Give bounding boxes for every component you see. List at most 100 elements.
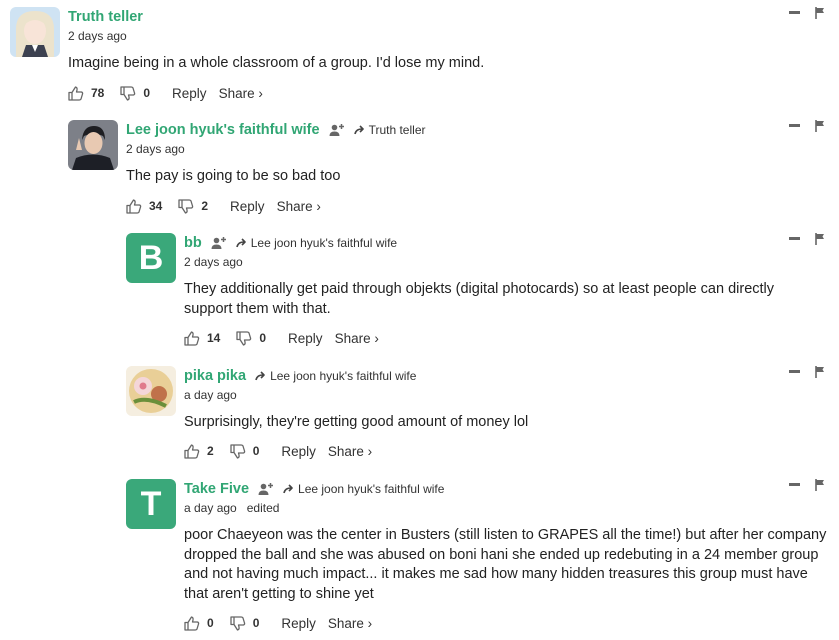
author-name[interactable]: bb: [184, 235, 202, 251]
comment-header: Lee joon hyuk's faithful wife Truth tell…: [126, 120, 425, 140]
author-name[interactable]: pika pika: [184, 368, 246, 384]
like-count: 34: [149, 199, 163, 213]
reply-button[interactable]: Reply: [281, 444, 316, 459]
reply-to-name: Lee joon hyuk's faithful wife: [298, 482, 445, 496]
timestamp[interactable]: 2 days ago: [184, 255, 243, 269]
author-name[interactable]: Truth teller: [68, 9, 143, 25]
reply-to[interactable]: Truth teller: [353, 123, 425, 137]
avatar[interactable]: [10, 7, 60, 57]
like-button[interactable]: 34: [126, 198, 163, 214]
comment-actions: 34 2 Reply Share ›: [126, 196, 321, 216]
dislike-count: 2: [201, 199, 209, 213]
timestamp[interactable]: 2 days ago: [68, 29, 127, 43]
author-name[interactable]: Lee joon hyuk's faithful wife: [126, 122, 320, 138]
share-button[interactable]: Share ›: [328, 616, 372, 631]
share-button[interactable]: Share ›: [335, 331, 379, 346]
comment-controls: [789, 233, 829, 249]
comment-header: pika pika Lee joon hyuk's faithful wife: [184, 366, 416, 386]
reply-arrow-icon: [235, 238, 246, 248]
avatar[interactable]: T: [126, 479, 176, 529]
flag-icon[interactable]: [815, 7, 825, 19]
like-button[interactable]: 0: [184, 615, 214, 631]
comment: Truth teller 2 days ago Imagine being in…: [10, 7, 829, 107]
flag-icon[interactable]: [815, 366, 825, 378]
reply-arrow-icon: [353, 125, 364, 135]
comment-header: Truth teller: [68, 7, 143, 27]
minimize-icon[interactable]: [789, 370, 800, 373]
flag-icon[interactable]: [815, 120, 825, 132]
comment-actions: 14 0 Reply Share ›: [184, 328, 379, 348]
like-button[interactable]: 2: [184, 443, 214, 459]
reply-to-name: Lee joon hyuk's faithful wife: [270, 369, 417, 383]
time-label[interactable]: a day ago: [184, 501, 237, 515]
share-button[interactable]: Share ›: [219, 86, 263, 101]
thumbs-down-icon: [230, 615, 245, 631]
dislike-button[interactable]: 0: [120, 85, 151, 101]
avatar[interactable]: [68, 120, 118, 170]
comment-text: Surprisingly, they're getting good amoun…: [184, 414, 529, 430]
like-count: 78: [91, 86, 105, 100]
thumbs-up-icon: [184, 330, 200, 346]
reply-to-name: Lee joon hyuk's faithful wife: [250, 236, 398, 250]
reply-to[interactable]: Lee joon hyuk's faithful wife: [283, 482, 444, 496]
comment-actions: 78 0 Reply Share ›: [68, 83, 263, 103]
time-label[interactable]: 2 days ago: [68, 29, 127, 43]
minimize-icon[interactable]: [789, 11, 800, 14]
thumbs-down-icon: [230, 443, 245, 459]
flag-icon[interactable]: [815, 233, 825, 245]
reply-to[interactable]: Lee joon hyuk's faithful wife: [255, 369, 416, 383]
follow-user-icon[interactable]: [211, 236, 227, 250]
share-button[interactable]: Share ›: [277, 199, 321, 214]
dislike-button[interactable]: 0: [236, 330, 267, 346]
reply-button[interactable]: Reply: [281, 616, 316, 631]
like-button[interactable]: 14: [184, 330, 221, 346]
like-count: 14: [207, 331, 221, 345]
timestamp[interactable]: a day ago edited: [184, 501, 279, 515]
avatar[interactable]: B: [126, 233, 176, 283]
comment-controls: [789, 120, 829, 136]
follow-user-icon[interactable]: [329, 123, 345, 137]
dislike-count: 0: [252, 444, 260, 458]
like-count: 0: [207, 616, 214, 630]
comment: Lee joon hyuk's faithful wife Truth tell…: [68, 120, 829, 220]
reply-button[interactable]: Reply: [230, 199, 265, 214]
reply-button[interactable]: Reply: [288, 331, 323, 346]
comment-header: Take Five Lee joon hyuk's faithful wife: [184, 479, 444, 499]
comment-text: poor Chaeyeon was the center in Busters …: [184, 527, 827, 602]
comment-controls: [789, 7, 829, 23]
timestamp[interactable]: 2 days ago: [126, 142, 185, 156]
dislike-count: 0: [259, 331, 267, 345]
flag-icon[interactable]: [815, 479, 825, 491]
follow-user-icon[interactable]: [258, 482, 274, 496]
thumbs-up-icon: [184, 615, 200, 631]
comment-controls: [789, 366, 829, 382]
comment: pika pika Lee joon hyuk's faithful wife …: [126, 366, 829, 466]
edited-label: edited: [246, 501, 280, 515]
comment-text: Imagine being in a whole classroom of a …: [68, 55, 485, 71]
dislike-button[interactable]: 0: [230, 443, 260, 459]
minimize-icon[interactable]: [789, 237, 800, 240]
time-label[interactable]: 2 days ago: [184, 255, 243, 269]
thumbs-down-icon: [236, 330, 252, 346]
avatar[interactable]: [126, 366, 176, 416]
reply-button[interactable]: Reply: [172, 86, 207, 101]
dislike-count: 0: [252, 616, 260, 630]
avatar-letter: T: [140, 484, 162, 523]
share-button[interactable]: Share ›: [328, 444, 372, 459]
dislike-button[interactable]: 2: [178, 198, 209, 214]
thumbs-up-icon: [184, 443, 200, 459]
thumbs-up-icon: [126, 198, 142, 214]
comment: T Take Five Lee joon hyuk's faithful wif…: [126, 479, 829, 637]
minimize-icon[interactable]: [789, 124, 800, 127]
author-name[interactable]: Take Five: [184, 481, 249, 497]
dislike-count: 0: [143, 86, 151, 100]
minimize-icon[interactable]: [789, 483, 800, 486]
time-label[interactable]: 2 days ago: [126, 142, 185, 156]
reply-to[interactable]: Lee joon hyuk's faithful wife: [235, 236, 398, 250]
comment-header: bb Lee joon hyuk's faithful wife: [184, 233, 397, 253]
comment-actions: 0 0 Reply Share ›: [184, 613, 372, 633]
like-button[interactable]: 78: [68, 85, 105, 101]
dislike-button[interactable]: 0: [230, 615, 260, 631]
timestamp[interactable]: a day ago: [184, 388, 237, 402]
time-label[interactable]: a day ago: [184, 388, 237, 402]
